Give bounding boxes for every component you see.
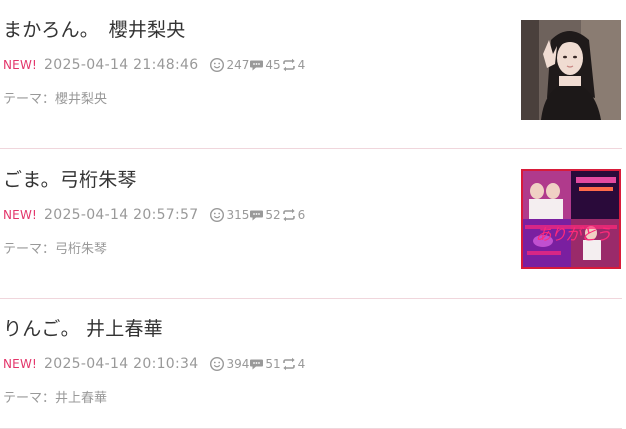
blog-entry[interactable]: りんご。 井上春華 NEW! 2025-04-14 20:10:34 394 5…: [0, 299, 622, 429]
smiley-icon: [209, 356, 225, 372]
like-count-value: 247: [226, 58, 250, 72]
like-count[interactable]: 315: [209, 207, 249, 223]
comment-count-value: 52: [265, 208, 281, 222]
comment-count[interactable]: 52: [249, 208, 281, 222]
entry-date: 2025-04-14 20:10:34: [44, 356, 199, 372]
smiley-icon: [209, 57, 225, 73]
speech-bubble-icon: [249, 208, 264, 222]
reblog-count-value: 6: [297, 208, 306, 222]
entry-theme[interactable]: テーマ：櫻井梨央: [3, 88, 107, 107]
entry-meta: NEW! 2025-04-14 20:57:57 315 52 6: [3, 206, 305, 224]
like-count-value: 394: [226, 357, 250, 371]
speech-bubble-icon: [249, 357, 264, 371]
reblog-icon: [281, 208, 297, 222]
reblog-icon: [281, 58, 297, 72]
blog-entry-list: まかろん。 櫻井梨央 NEW! 2025-04-14 21:48:46 247 …: [0, 0, 626, 429]
entry-date: 2025-04-14 20:57:57: [44, 207, 199, 223]
like-count[interactable]: 394: [209, 356, 249, 372]
like-count-value: 315: [226, 208, 250, 222]
reblog-count[interactable]: 4: [281, 357, 306, 371]
entry-theme[interactable]: テーマ：弓桁朱琴: [3, 238, 107, 257]
reblog-count-value: 4: [297, 58, 306, 72]
speech-bubble-icon: [249, 58, 264, 72]
entry-title[interactable]: りんご。 井上春華: [3, 316, 163, 342]
entry-title[interactable]: まかろん。 櫻井梨央: [3, 17, 186, 43]
like-count[interactable]: 247: [209, 57, 249, 73]
reblog-count[interactable]: 4: [281, 58, 306, 72]
comment-count-value: 51: [265, 357, 281, 371]
new-badge: NEW!: [3, 58, 38, 72]
entry-theme[interactable]: テーマ：井上春華: [3, 387, 107, 406]
smiley-icon: [209, 207, 225, 223]
entry-date: 2025-04-14 21:48:46: [44, 57, 199, 73]
entry-meta: NEW! 2025-04-14 20:10:34 394 51 4: [3, 355, 305, 373]
blog-entry[interactable]: まかろん。 櫻井梨央 NEW! 2025-04-14 21:48:46 247 …: [0, 0, 622, 149]
comment-count[interactable]: 51: [249, 357, 281, 371]
entry-thumbnail[interactable]: [521, 20, 621, 120]
comment-count-value: 45: [265, 58, 281, 72]
reblog-count[interactable]: 6: [281, 208, 306, 222]
reblog-icon: [281, 357, 297, 371]
entry-title[interactable]: ごま。弓桁朱琴: [3, 167, 137, 193]
comment-count[interactable]: 45: [249, 58, 281, 72]
new-badge: NEW!: [3, 357, 38, 371]
reblog-count-value: 4: [297, 357, 306, 371]
thumbnail-handwritten-text: ありがとう: [535, 225, 611, 244]
entry-meta: NEW! 2025-04-14 21:48:46 247 45 4: [3, 56, 305, 74]
entry-thumbnail[interactable]: ありがとう: [521, 169, 621, 269]
blog-entry[interactable]: ごま。弓桁朱琴 NEW! 2025-04-14 20:57:57 315 52: [0, 150, 622, 299]
new-badge: NEW!: [3, 208, 38, 222]
